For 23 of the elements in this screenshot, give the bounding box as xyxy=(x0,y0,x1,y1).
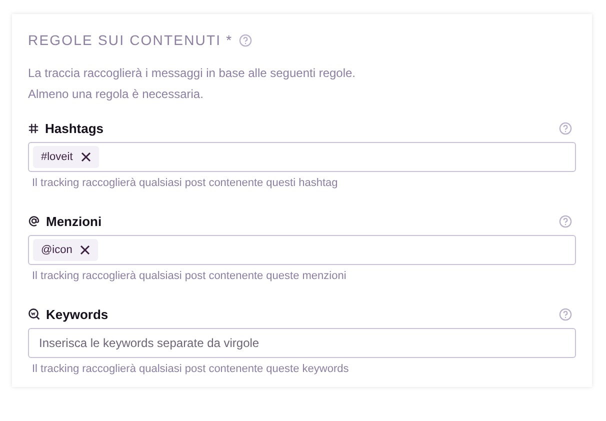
hint-text: Il tracking raccoglierà qualsiasi post contenente queste menzioni xyxy=(32,270,348,282)
input-field[interactable]: #loveit xyxy=(28,142,576,172)
description-text: Almeno una regola è necessaria. xyxy=(28,86,204,103)
hash-icon xyxy=(28,122,39,134)
help-icon[interactable] xyxy=(559,122,572,134)
section-title: REGOLE SUI CONTENUTI * xyxy=(28,32,233,48)
help-icon[interactable] xyxy=(559,214,572,228)
field-label: Hashtags xyxy=(45,120,104,136)
help-icon[interactable] xyxy=(238,34,252,46)
input-field[interactable]: @icon xyxy=(28,235,576,265)
input-field[interactable]: Inserisca le keywords separate da virgole xyxy=(28,328,576,358)
field-label: Keywords xyxy=(46,306,108,322)
at-icon xyxy=(28,215,40,227)
tag-text: @icon xyxy=(41,244,72,256)
close-icon[interactable] xyxy=(80,245,90,255)
field-label: Menzioni xyxy=(46,214,102,228)
hint-text: Il tracking raccoglierà qualsiasi post contenente queste keywords xyxy=(32,363,350,375)
hint-text: Il tracking raccoglierà qualsiasi post contenente questi hashtag xyxy=(32,177,339,189)
description-text: La traccia raccoglierà i messaggi in base alle seguenti regole. xyxy=(28,65,357,82)
help-icon[interactable] xyxy=(559,308,572,320)
tag-text: #loveit xyxy=(41,151,73,163)
search-icon xyxy=(28,308,40,320)
close-icon[interactable] xyxy=(80,152,91,162)
